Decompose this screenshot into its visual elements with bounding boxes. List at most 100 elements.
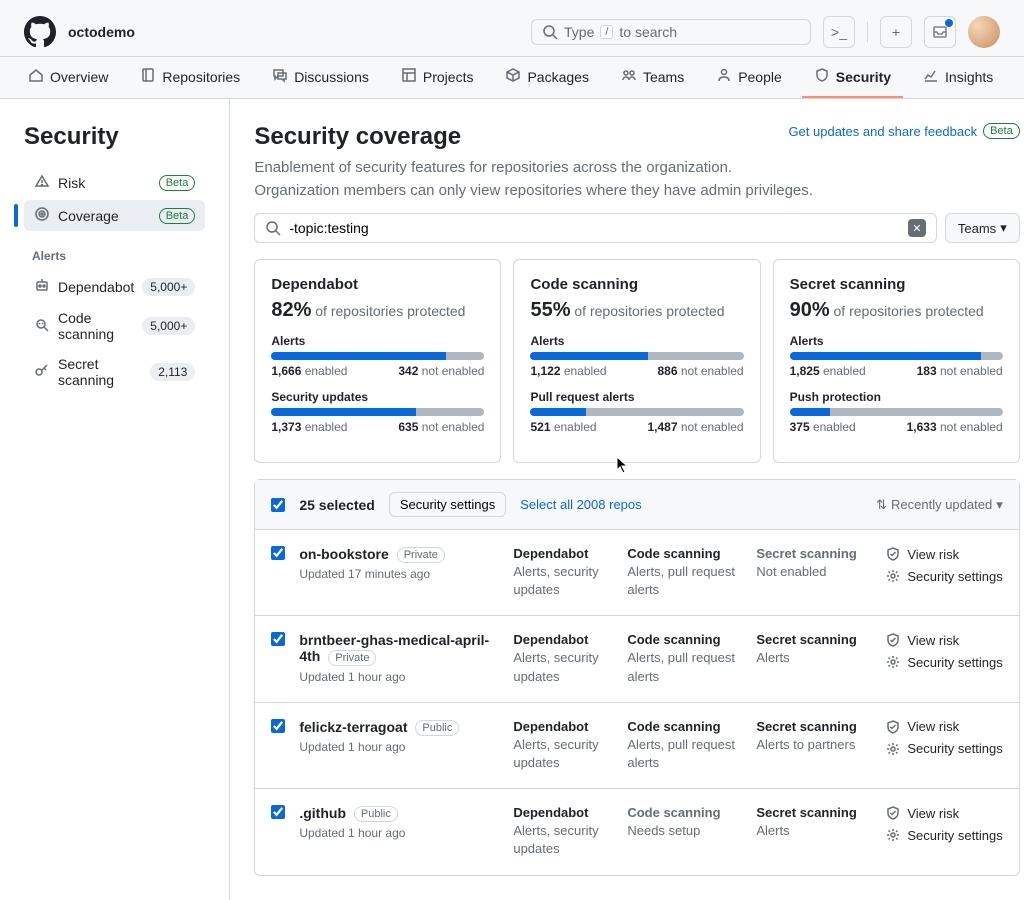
repo-checkbox[interactable] — [271, 546, 285, 560]
stat-label: Pull request alerts — [530, 390, 743, 404]
stat-label: Security updates — [271, 390, 484, 404]
view-risk-link[interactable]: View risk — [885, 546, 1002, 562]
action-col: View risk Security settings — [885, 805, 1002, 858]
repo-checkbox[interactable] — [271, 805, 285, 819]
feature-col: Code scanning Alerts, pull request alert… — [627, 632, 742, 685]
feature-title: Dependabot — [513, 632, 613, 647]
org-name[interactable]: octodemo — [68, 24, 519, 40]
count-badge: 2,113 — [150, 363, 195, 381]
feature-col: Dependabot Alerts, security updates — [513, 632, 613, 685]
create-new-button[interactable]: + — [880, 16, 912, 48]
stat-label: Push protection — [790, 390, 1003, 404]
nav-tab-teams[interactable]: Teams — [609, 57, 696, 98]
global-search[interactable]: Type / to search — [531, 19, 811, 45]
repo-updated: Updated 17 minutes ago — [299, 567, 499, 581]
filter-input-wrapper[interactable]: ✕ — [254, 213, 937, 243]
progress-bar — [271, 408, 484, 416]
visibility-badge: Public — [354, 806, 398, 822]
select-all-link[interactable]: Select all 2008 repos — [520, 497, 641, 512]
user-avatar[interactable] — [968, 16, 1000, 48]
nav-tab-projects[interactable]: Projects — [389, 57, 486, 98]
sidebar-item-dependabot[interactable]: Dependabot 5,000+ — [24, 271, 205, 302]
bar-legend: 1,122 enabled 886 not enabled — [530, 364, 743, 378]
repo-checkbox[interactable] — [271, 632, 285, 646]
search-hotkey: / — [600, 25, 613, 39]
repo-checkbox[interactable] — [271, 719, 285, 733]
bar-legend: 1,373 enabled 635 not enabled — [271, 420, 484, 434]
search-placeholder: Type — [564, 24, 594, 40]
repo-info: on-bookstore Private Updated 17 minutes … — [299, 546, 499, 599]
repo-updated: Updated 1 hour ago — [299, 826, 499, 840]
nav-tab-settings[interactable]: Settings — [1013, 57, 1024, 98]
visibility-badge: Private — [328, 650, 376, 666]
feature-title: Secret scanning — [756, 546, 871, 561]
feature-col: Code scanning Needs setup — [627, 805, 742, 858]
sidebar-item-label: Risk — [58, 175, 85, 191]
feature-detail: Alerts, pull request alerts — [627, 736, 742, 772]
nav-tab-security[interactable]: Security — [802, 57, 903, 98]
feedback-link[interactable]: Get updates and share feedback Beta — [788, 123, 1019, 139]
github-logo-icon[interactable] — [24, 16, 56, 48]
view-risk-link[interactable]: View risk — [885, 805, 1002, 821]
clear-filter-button[interactable]: ✕ — [908, 219, 926, 237]
coverage-card-dependabot: Dependabot 82% of repositories protected… — [254, 259, 501, 463]
feature-detail: Alerts to partners — [756, 736, 871, 754]
sort-dropdown[interactable]: ⇅ Recently updated ▾ — [876, 497, 1003, 513]
repo-info: felickz-terragoat Public Updated 1 hour … — [299, 719, 499, 772]
alerts-heading: Alerts — [32, 249, 205, 263]
filter-input[interactable] — [289, 220, 900, 236]
sidebar-item-code scanning[interactable]: Code scanning 5,000+ — [24, 304, 205, 348]
repo-row: on-bookstore Private Updated 17 minutes … — [255, 530, 1018, 616]
view-risk-link[interactable]: View risk — [885, 719, 1002, 735]
repo-name[interactable]: felickz-terragoat — [299, 719, 407, 735]
nav-tab-overview[interactable]: Overview — [16, 57, 120, 98]
feature-title: Code scanning — [627, 805, 742, 820]
stat-label: Alerts — [790, 334, 1003, 348]
key-icon — [34, 363, 50, 382]
feature-detail: Alerts, pull request alerts — [627, 649, 742, 685]
security-settings-link[interactable]: Security settings — [885, 741, 1002, 757]
sidebar-item-secret scanning[interactable]: Secret scanning 2,113 — [24, 350, 205, 394]
sidebar-item-label: Secret scanning — [58, 356, 142, 388]
org-nav: Overview Repositories Discussions Projec… — [0, 57, 1024, 99]
selected-count: 25 selected — [299, 497, 375, 513]
subtitle-2: Organization members can only view repos… — [254, 182, 1019, 199]
nav-tab-insights[interactable]: Insights — [911, 57, 1005, 98]
select-all-checkbox[interactable] — [271, 498, 285, 512]
triangle-icon — [34, 173, 50, 192]
sidebar-item-risk[interactable]: Risk Beta — [24, 167, 205, 198]
progress-bar — [271, 352, 484, 360]
nav-tab-discussions[interactable]: Discussions — [260, 57, 381, 98]
caret-down-icon: ▾ — [996, 497, 1003, 513]
discussion-icon — [272, 67, 288, 86]
feature-title: Code scanning — [627, 546, 742, 561]
notification-dot-icon — [945, 19, 953, 27]
sidebar-item-coverage[interactable]: Coverage Beta — [24, 200, 205, 231]
visibility-badge: Private — [397, 547, 445, 563]
nav-tab-people[interactable]: People — [704, 57, 794, 98]
bulk-security-settings-button[interactable]: Security settings — [389, 492, 506, 517]
repo-name[interactable]: on-bookstore — [299, 546, 388, 562]
caret-down-icon: ▾ — [1000, 220, 1007, 236]
view-risk-link[interactable]: View risk — [885, 632, 1002, 648]
bar-legend: 375 enabled 1,633 not enabled — [790, 420, 1003, 434]
command-palette-button[interactable]: >_ — [823, 16, 855, 48]
feature-col: Secret scanning Not enabled — [756, 546, 871, 599]
security-settings-link[interactable]: Security settings — [885, 654, 1002, 670]
repo-name[interactable]: .github — [299, 805, 346, 821]
bot-icon — [34, 277, 50, 296]
search-icon — [265, 220, 281, 236]
security-settings-link[interactable]: Security settings — [885, 568, 1002, 584]
nav-tab-repositories[interactable]: Repositories — [128, 57, 252, 98]
security-settings-link[interactable]: Security settings — [885, 827, 1002, 843]
nav-tab-packages[interactable]: Packages — [493, 57, 600, 98]
notifications-button[interactable] — [924, 16, 956, 48]
sidebar-item-label: Dependabot — [58, 279, 134, 295]
feature-title: Code scanning — [627, 632, 742, 647]
feature-title: Secret scanning — [756, 719, 871, 734]
package-icon — [505, 67, 521, 86]
teams-dropdown[interactable]: Teams ▾ — [945, 213, 1020, 243]
project-icon — [401, 67, 417, 86]
stat-label: Alerts — [271, 334, 484, 348]
bar-legend: 521 enabled 1,487 not enabled — [530, 420, 743, 434]
